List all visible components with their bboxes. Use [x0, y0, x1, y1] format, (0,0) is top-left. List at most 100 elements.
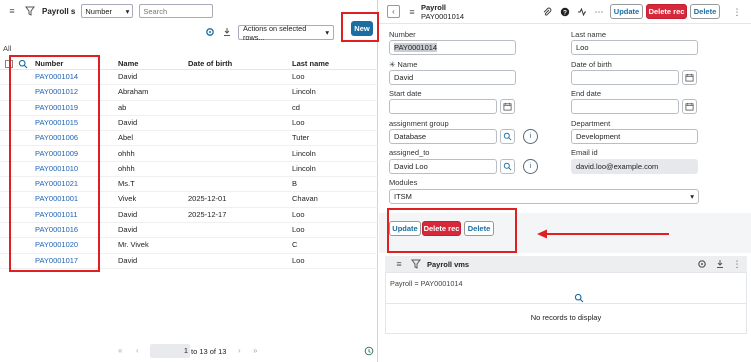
column-dob[interactable]: Date of birth — [188, 59, 232, 68]
first-page-icon[interactable]: « — [118, 346, 122, 355]
number-value: PAY0001014 — [394, 43, 438, 52]
breadcrumb-all[interactable]: All — [3, 44, 11, 53]
last-name-cell: Loo — [292, 209, 305, 219]
form-table-name: Payroll — [421, 3, 447, 12]
name-cell: Ms.T — [118, 179, 135, 189]
more-icon[interactable]: ⋯ — [593, 6, 605, 18]
email-field: david.loo@example.com — [571, 159, 698, 174]
column-name[interactable]: Name — [118, 59, 138, 68]
chevron-left-icon: ‹ — [392, 7, 395, 16]
last-name-cell: Loo — [292, 255, 305, 265]
menu-icon[interactable]: ≡ — [393, 258, 405, 270]
department-label: Department — [571, 119, 611, 128]
last-name-cell: cd — [292, 102, 300, 112]
gear-icon[interactable] — [696, 258, 708, 270]
actions-select[interactable]: Actions on selected rows... ▾ — [238, 24, 334, 42]
modules-select[interactable]: ITSM ▾ — [389, 189, 699, 204]
related-list-filter[interactable]: Payroll = PAY0001014 — [390, 279, 463, 288]
assignment-group-field[interactable]: Database — [389, 129, 497, 144]
email-label: Email id — [571, 148, 598, 157]
department-field[interactable]: Development — [571, 129, 698, 144]
dob-field[interactable] — [571, 70, 679, 85]
menu-icon[interactable]: ≡ — [6, 5, 18, 17]
last-name-cell: Loo — [292, 117, 305, 127]
search-icon[interactable] — [500, 129, 515, 144]
gear-icon[interactable] — [204, 26, 216, 38]
filter-icon[interactable] — [410, 258, 422, 270]
calendar-icon[interactable] — [682, 99, 697, 114]
name-cell: ohhh — [118, 163, 135, 173]
column-last-name[interactable]: Last name — [292, 59, 329, 68]
info-icon[interactable]: i — [523, 159, 538, 174]
last-name-field[interactable]: Loo — [571, 40, 698, 55]
last-name-cell: Lincoln — [292, 87, 316, 97]
start-date-label: Start date — [389, 89, 422, 98]
search-placeholder: Search — [143, 6, 168, 16]
chevron-down-icon: ▾ — [125, 6, 130, 16]
calendar-icon[interactable] — [500, 99, 515, 114]
last-name-cell: B — [292, 179, 298, 189]
download-icon[interactable] — [714, 258, 726, 270]
download-icon[interactable] — [221, 26, 233, 38]
name-cell: David — [118, 117, 138, 127]
last-name-cell: Loo — [292, 72, 305, 81]
divider — [386, 303, 746, 304]
svg-text:?: ? — [563, 9, 567, 16]
last-name-cell: Tuter — [292, 133, 310, 143]
screen: ≡ Payroll s Number ▾ Search Actions on s… — [0, 0, 751, 362]
name-cell: Vivek — [118, 194, 137, 204]
last-name-cell: C — [292, 240, 298, 250]
delete-record-button-header[interactable]: Delete rec — [646, 4, 687, 19]
number-field[interactable]: PAY0001014 — [389, 40, 516, 55]
delete-button-header[interactable]: Delete — [690, 4, 720, 19]
last-page-icon[interactable]: » — [253, 346, 257, 355]
chevron-down-icon: ▾ — [690, 192, 694, 201]
assigned-to-label: assigned_to — [389, 148, 430, 157]
name-label: ✳ Name — [389, 60, 417, 69]
calendar-icon[interactable] — [682, 70, 697, 85]
name-cell: David — [118, 209, 138, 219]
search-icon[interactable] — [500, 159, 515, 174]
assigned-to-field[interactable]: David Loo — [389, 159, 497, 174]
related-list-table: Payroll = PAY0001014 No records to displ… — [385, 272, 747, 334]
update-button-header[interactable]: Update — [610, 4, 643, 19]
more-vertical-icon[interactable]: ⋮ — [731, 258, 743, 270]
modules-value: ITSM — [394, 192, 412, 201]
assignment-group-label: assignment group — [389, 119, 449, 128]
last-name-cell: Chavan — [292, 194, 318, 204]
start-date-field[interactable] — [389, 99, 497, 114]
filter-icon[interactable] — [24, 5, 36, 17]
info-icon[interactable]: i — [523, 129, 538, 144]
form-title: Payroll PAY0001014 — [421, 3, 464, 21]
name-cell: David — [118, 255, 138, 265]
list-pane: ≡ Payroll s Number ▾ Search Actions on s… — [0, 0, 379, 362]
page-input[interactable]: 1 — [150, 344, 190, 358]
annotation-arrow — [537, 229, 669, 239]
dob-label: Date of birth — [571, 60, 612, 69]
help-icon[interactable]: ? — [559, 6, 571, 18]
name-cell: ab — [118, 102, 127, 112]
more-vertical-icon[interactable]: ⋮ — [731, 6, 743, 18]
prev-page-icon[interactable]: ‹ — [136, 346, 139, 355]
name-cell: Abel — [118, 133, 134, 143]
name-cell: Abraham — [118, 87, 149, 97]
back-button[interactable]: ‹ — [387, 5, 400, 18]
menu-icon[interactable]: ≡ — [406, 6, 418, 18]
next-page-icon[interactable]: › — [238, 346, 241, 355]
form-record-number: PAY0001014 — [421, 12, 465, 21]
empty-state: No records to display — [530, 313, 602, 322]
end-date-field[interactable] — [571, 99, 679, 114]
last-name-cell: Lincoln — [292, 148, 316, 158]
required-icon: ✳ — [389, 60, 396, 69]
annotation-box-number-column — [9, 55, 100, 272]
search-input[interactable]: Search — [139, 4, 214, 18]
attachment-icon[interactable] — [541, 6, 553, 18]
search-field-select[interactable]: Number ▾ — [81, 4, 134, 18]
name-field[interactable]: David — [389, 70, 516, 85]
activity-icon[interactable] — [576, 6, 588, 18]
name-cell: David — [118, 72, 138, 81]
form-pane: ‹ ≡ Payroll PAY0001014 ? ⋯ Update Delete… — [379, 0, 751, 362]
related-list-title: Payroll vms — [427, 260, 470, 269]
chevron-down-icon: ▾ — [325, 28, 329, 37]
info-icon[interactable] — [363, 345, 375, 357]
